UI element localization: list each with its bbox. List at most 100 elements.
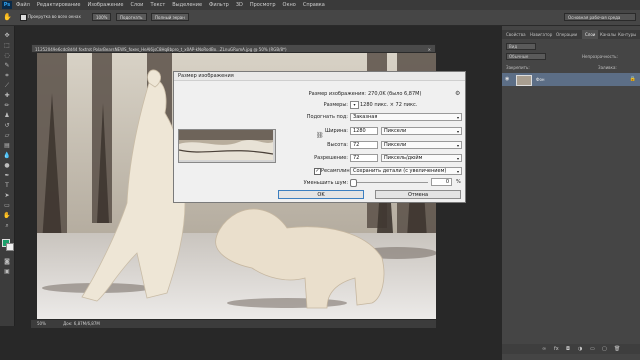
width-field[interactable]: 1280 [350,127,378,135]
zoom-100-button[interactable]: 100% [92,13,112,21]
menu-layers[interactable]: Слои [130,2,143,8]
quick-mask-icon[interactable]: ◙ [3,258,11,265]
menu-image[interactable]: Изображение [87,2,123,8]
adjustment-icon[interactable]: ◑ [578,346,582,352]
tab-navigator[interactable]: Навигатор [530,32,552,37]
scroll-all-checkbox[interactable] [20,14,27,21]
gear-icon[interactable]: ⚙ [455,90,460,97]
lasso-tool-icon[interactable]: ◌ [3,52,11,59]
fit-select[interactable]: Заказная ▾ [350,113,462,121]
fit-screen-button[interactable]: Подогнать [116,13,147,21]
path-select-tool-icon[interactable]: ➤ [3,192,11,199]
layer-kind-filter[interactable]: Вид [506,43,536,50]
chevron-down-icon: ▾ [456,169,459,174]
link-layers-icon[interactable]: ∞ [542,346,546,352]
image-size-dialog: Размер изображения Размер изображения: 2… [173,71,466,203]
history-brush-tool-icon[interactable]: ↺ [3,122,11,129]
size-label: Размер изображения: [308,91,366,97]
eraser-tool-icon[interactable]: ▱ [3,132,11,139]
healing-tool-icon[interactable]: ✚ [3,92,11,99]
tools-panel: ✥ ⬚ ◌ ✎ ⌗ ⟋ ✚ ✏ ♟ ↺ ▱ ▤ 💧 ● ✒ T ➤ ▭ ✋ ⌕ … [0,26,15,326]
noise-slider-handle[interactable] [350,179,357,187]
type-tool-icon[interactable]: T [3,182,11,189]
menu-file[interactable]: Файл [16,2,30,8]
opacity-label: Непрозрачность: [582,54,618,59]
chevron-down-icon: ▾ [456,129,459,134]
fill-screen-button[interactable]: Полный экран [151,13,189,21]
fit-value: Заказная [353,114,378,120]
tab-channels[interactable]: Каналы [600,32,616,37]
right-panels: Свойства Навигатор Операции Слои Каналы … [502,26,640,360]
resample-value: Сохранить детали (с увеличением) [353,168,447,174]
menu-select[interactable]: Выделение [172,2,202,8]
size-value: 270,0K (было 6,87M) [368,91,422,97]
pen-tool-icon[interactable]: ✒ [3,172,11,179]
menu-3d[interactable]: 3D [236,2,243,8]
workspace-select[interactable]: Основная рабочая среда [564,13,636,21]
eyedropper-tool-icon[interactable]: ⟋ [3,82,11,89]
blend-mode-select[interactable]: Обычные [506,53,546,60]
zoom-level[interactable]: 50% [37,321,46,326]
resolution-field[interactable]: 72 [350,154,378,162]
fx-icon[interactable]: fx [554,346,559,352]
brush-tool-icon[interactable]: ✏ [3,102,11,109]
menu-filter[interactable]: Фильтр [209,2,229,8]
shape-tool-icon[interactable]: ▭ [3,202,11,209]
height-field[interactable]: 72 [350,141,378,149]
trash-icon[interactable]: 🗑 [614,346,620,352]
dodge-tool-icon[interactable]: ● [3,162,11,169]
resolution-unit-select[interactable]: Пиксель/дюйм ▾ [381,154,462,162]
crop-tool-icon[interactable]: ⌗ [3,72,11,79]
menu-edit[interactable]: Редактирование [37,2,81,8]
width-unit-select[interactable]: Пиксели ▾ [381,127,462,135]
quick-select-tool-icon[interactable]: ✎ [3,62,11,69]
resample-select[interactable]: Сохранить детали (с увеличением) ▾ [350,167,462,175]
hand-tool-icon[interactable]: ✋ [3,212,11,219]
new-layer-icon[interactable]: ▢ [602,346,607,352]
menu-help[interactable]: Справка [303,2,325,8]
zoom-tool-icon[interactable]: ⌕ [3,222,11,229]
noise-field[interactable]: 0 [431,178,452,186]
dims-dropdown[interactable]: ▾ [350,101,359,109]
photoshop-logo-icon: Ps [2,1,12,9]
dialog-title: Размер изображения [174,72,465,81]
menu-text[interactable]: Текст [150,2,165,8]
tab-history[interactable]: Операции [556,32,577,37]
ok-button[interactable]: OK [278,190,364,199]
marquee-tool-icon[interactable]: ⬚ [3,42,11,49]
fit-label: Подогнать под: [306,114,348,120]
move-tool-icon[interactable]: ✥ [3,32,11,39]
document-tab-title: 11252049e6cdc8d44 foxtrot PolarBearsNEWS… [35,47,287,52]
stamp-tool-icon[interactable]: ♟ [3,112,11,119]
image-preview[interactable] [178,129,276,163]
menu-view[interactable]: Просмотр [250,2,276,8]
menu-bar: Ps Файл Редактирование Изображение Слои … [0,0,640,10]
height-unit: Пиксели [384,142,407,148]
screen-mode-icon[interactable]: ▣ [3,268,11,275]
resolution-label: Разрешение: [314,155,348,161]
dims-label: Размеры: [323,102,348,108]
document-tab[interactable]: 11252049e6cdc8d44 foxtrot PolarBearsNEWS… [31,44,436,53]
mask-icon[interactable]: ◘ [566,346,570,352]
status-bar: 50% Док: 6,87M/6,87M [31,320,436,328]
dims-value: 1280 пикс. × 72 пикс. [360,102,418,108]
gradient-tool-icon[interactable]: ▤ [3,142,11,149]
folder-icon[interactable]: ▭ [590,346,595,352]
resample-checkbox[interactable]: ✓ [314,168,321,175]
noise-unit: % [456,179,461,185]
noise-slider-track[interactable] [352,182,428,183]
lock-label: Закрепить: [506,65,530,70]
width-label: Ширина: [324,128,348,134]
eye-icon[interactable]: ◉ [505,76,509,82]
tab-layers[interactable]: Слои [582,30,599,39]
menu-window[interactable]: Окно [283,2,296,8]
height-unit-select[interactable]: Пиксели ▾ [381,141,462,149]
tab-paths[interactable]: Контуры [618,32,636,37]
tab-properties[interactable]: Свойства [506,32,526,37]
background-color-swatch[interactable] [6,243,14,251]
chevron-down-icon: ▾ [456,115,459,120]
blur-tool-icon[interactable]: 💧 [3,152,11,159]
layer-row-background[interactable]: ◉ Фон 🔒 [502,73,640,86]
hand-icon[interactable]: ✋ [3,13,12,21]
cancel-button[interactable]: Отмена [375,190,461,199]
